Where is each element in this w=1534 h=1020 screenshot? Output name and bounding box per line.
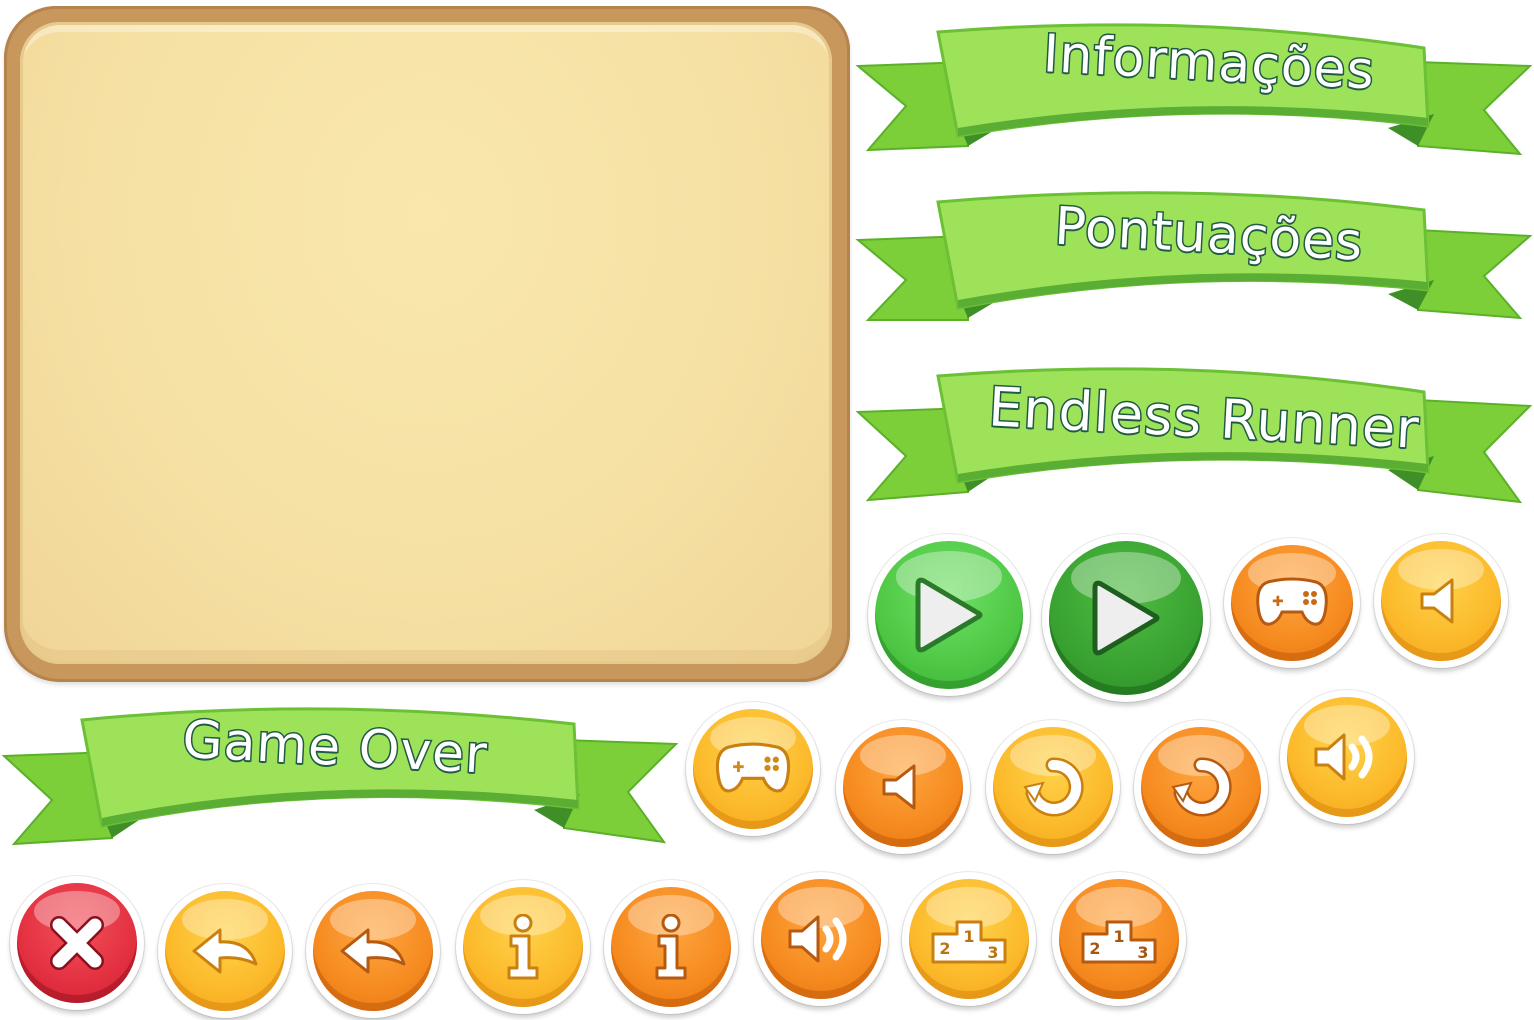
- restart-button-alt[interactable]: [1134, 720, 1268, 854]
- close-icon: [50, 916, 104, 970]
- podium-icon: 2 1 3: [1081, 920, 1157, 964]
- restart-icon: [1023, 757, 1084, 817]
- speaker-icon: [1420, 578, 1454, 624]
- podium-icon: 2 1 3: [931, 920, 1007, 964]
- back-arrow-icon: [192, 928, 258, 974]
- info-icon: [655, 914, 687, 980]
- svg-text:✚: ✚: [732, 760, 744, 776]
- play-icon: [1092, 580, 1160, 656]
- speaker-icon: [882, 764, 916, 810]
- banner-informacoes: Informações: [855, 18, 1533, 168]
- podium-digit: 3: [1137, 943, 1148, 962]
- info-icon: [507, 914, 539, 980]
- info-button-alt[interactable]: [604, 880, 738, 1014]
- banner-game-over: Game Over: [1, 700, 679, 860]
- podium-digit: 2: [1089, 939, 1100, 958]
- play-button[interactable]: [868, 534, 1030, 696]
- podium-digit: 2: [939, 939, 950, 958]
- gamepad-icon: ✚: [1256, 577, 1328, 626]
- sound-off-button[interactable]: [1374, 534, 1508, 668]
- info-button[interactable]: [456, 880, 590, 1014]
- sound-on-button[interactable]: [1280, 690, 1414, 824]
- banner-pontuacoes: Pontuações: [855, 180, 1533, 330]
- podium-digit: 3: [987, 943, 998, 962]
- podium-digit: 1: [963, 927, 974, 946]
- leaderboard-button[interactable]: 2 1 3: [902, 872, 1036, 1006]
- sound-on-button-alt[interactable]: [754, 872, 888, 1006]
- banner-endless-runner: Endless Runner: [855, 352, 1533, 517]
- restart-icon: [1171, 757, 1232, 817]
- play-icon: [915, 577, 983, 653]
- svg-text:✚: ✚: [1272, 594, 1284, 610]
- podium-digit: 1: [1113, 927, 1124, 946]
- sound-off-button-alt[interactable]: [836, 720, 970, 854]
- close-button[interactable]: [10, 876, 144, 1010]
- gamepad-button-alt[interactable]: ✚: [686, 702, 820, 836]
- gamepad-icon: ✚: [715, 742, 791, 793]
- play-button-pressed[interactable]: [1042, 534, 1210, 702]
- back-arrow-icon: [340, 928, 406, 974]
- sound-on-icon: [788, 915, 847, 963]
- parchment-inner: [20, 22, 832, 664]
- leaderboard-button-alt[interactable]: 2 1 3: [1052, 872, 1186, 1006]
- restart-button[interactable]: [986, 720, 1120, 854]
- back-button-alt[interactable]: [306, 884, 440, 1018]
- sound-on-icon: [1314, 733, 1373, 781]
- parchment-panel: [4, 6, 850, 682]
- back-button[interactable]: [158, 884, 292, 1018]
- gamepad-button[interactable]: ✚: [1224, 538, 1360, 668]
